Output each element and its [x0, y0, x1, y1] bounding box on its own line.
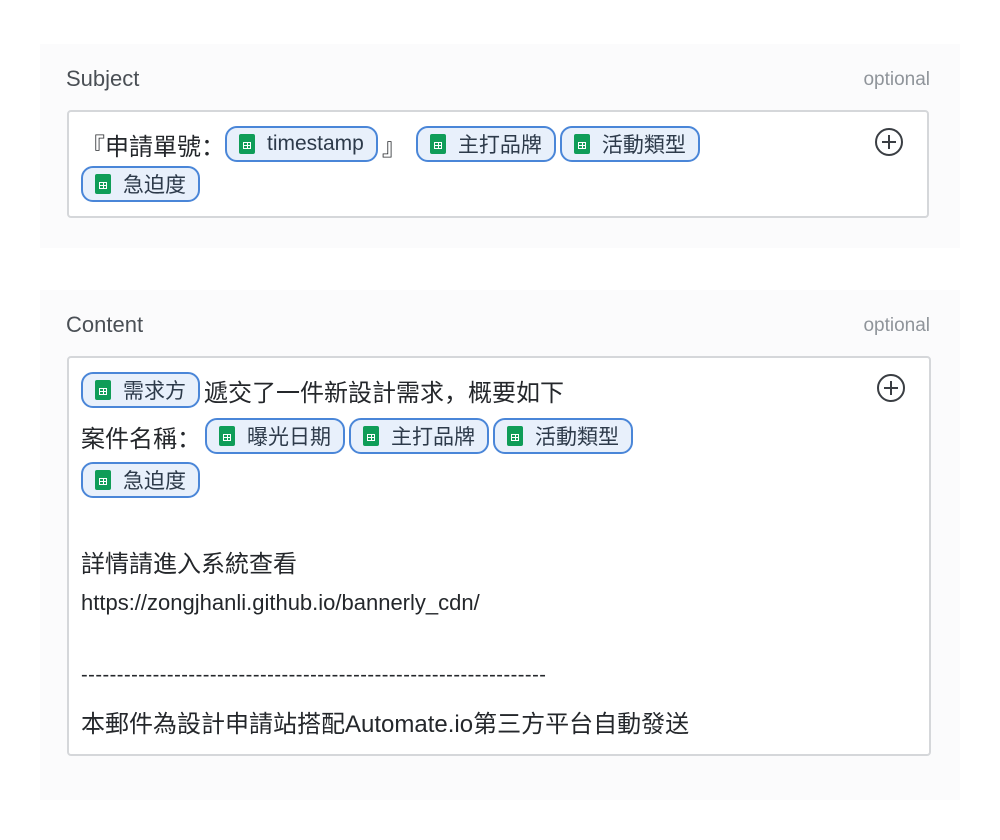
subject-prefix-text: 『申請單號：: [81, 133, 225, 161]
google-sheets-icon: [219, 426, 235, 446]
google-sheets-icon: [95, 380, 111, 400]
token-timestamp[interactable]: timestamp: [225, 126, 378, 162]
google-sheets-icon: [429, 134, 446, 154]
plus-circle-icon[interactable]: [877, 374, 905, 402]
token-label: 主打品牌: [391, 426, 475, 449]
token-label: timestamp: [267, 132, 364, 155]
google-sheets-icon: [239, 134, 255, 154]
token-label: 活動類型: [535, 426, 619, 449]
google-sheets-icon: [507, 426, 523, 446]
google-sheets-icon: [573, 134, 590, 154]
footer-text: 本郵件為設計申請站搭配Automate.io第三方平台自動發送: [81, 711, 690, 738]
content-line-1-text: 遞交了一件新設計需求，概要如下: [204, 379, 564, 407]
google-sheets-icon: [363, 426, 379, 446]
token-brand[interactable]: 主打品牌: [415, 126, 556, 162]
subject-line-2: 急迫度: [81, 164, 204, 204]
details-text: 詳情請進入系統查看: [81, 551, 297, 578]
subject-suffix-text: 』: [381, 133, 406, 161]
token-urgency[interactable]: 急迫度: [81, 462, 200, 498]
token-urgency[interactable]: 急迫度: [81, 166, 200, 202]
content-line-2: 案件名稱： 曝光日期 主打品牌 活動類型: [81, 416, 637, 456]
token-label: 曝光日期: [247, 426, 331, 449]
token-label: 需求方: [123, 380, 186, 403]
content-optional-hint: optional: [863, 315, 930, 336]
content-section: Content optional 需求方 遞交了一件新設計需求，概要如下 案件名…: [40, 290, 960, 800]
content-line-3: 急迫度: [81, 460, 204, 500]
token-label: 急迫度: [123, 470, 186, 493]
token-exposure-date[interactable]: 曝光日期: [205, 418, 345, 454]
google-sheets-icon: [95, 174, 111, 194]
separator-line: ----------------------------------------…: [81, 664, 547, 686]
subject-label: Subject: [66, 66, 140, 91]
content-label: Content: [66, 312, 144, 337]
content-case-name-text: 案件名稱：: [81, 425, 201, 453]
content-line-1: 需求方 遞交了一件新設計需求，概要如下: [81, 370, 564, 410]
subject-section: Subject optional 『申請單號： timestamp 』 主打品牌…: [40, 44, 960, 248]
token-label: 活動類型: [601, 134, 686, 157]
content-field[interactable]: 需求方 遞交了一件新設計需求，概要如下 案件名稱： 曝光日期 主打品牌 活動類型…: [67, 356, 931, 756]
token-activity-type[interactable]: 活動類型: [493, 418, 633, 454]
token-requester[interactable]: 需求方: [81, 372, 200, 408]
subject-line-1: 『申請單號： timestamp 』 主打品牌 活動類型: [81, 124, 704, 164]
subject-optional-hint: optional: [863, 69, 930, 90]
plus-circle-icon[interactable]: [875, 128, 903, 156]
subject-field[interactable]: 『申請單號： timestamp 』 主打品牌 活動類型 急迫度: [67, 110, 929, 218]
google-sheets-icon: [95, 470, 111, 490]
token-brand[interactable]: 主打品牌: [349, 418, 489, 454]
url-text: https://zongjhanli.github.io/bannerly_cd…: [81, 590, 480, 615]
token-activity-type[interactable]: 活動類型: [559, 126, 700, 162]
token-label: 急迫度: [123, 174, 186, 197]
token-label: 主打品牌: [457, 134, 542, 157]
